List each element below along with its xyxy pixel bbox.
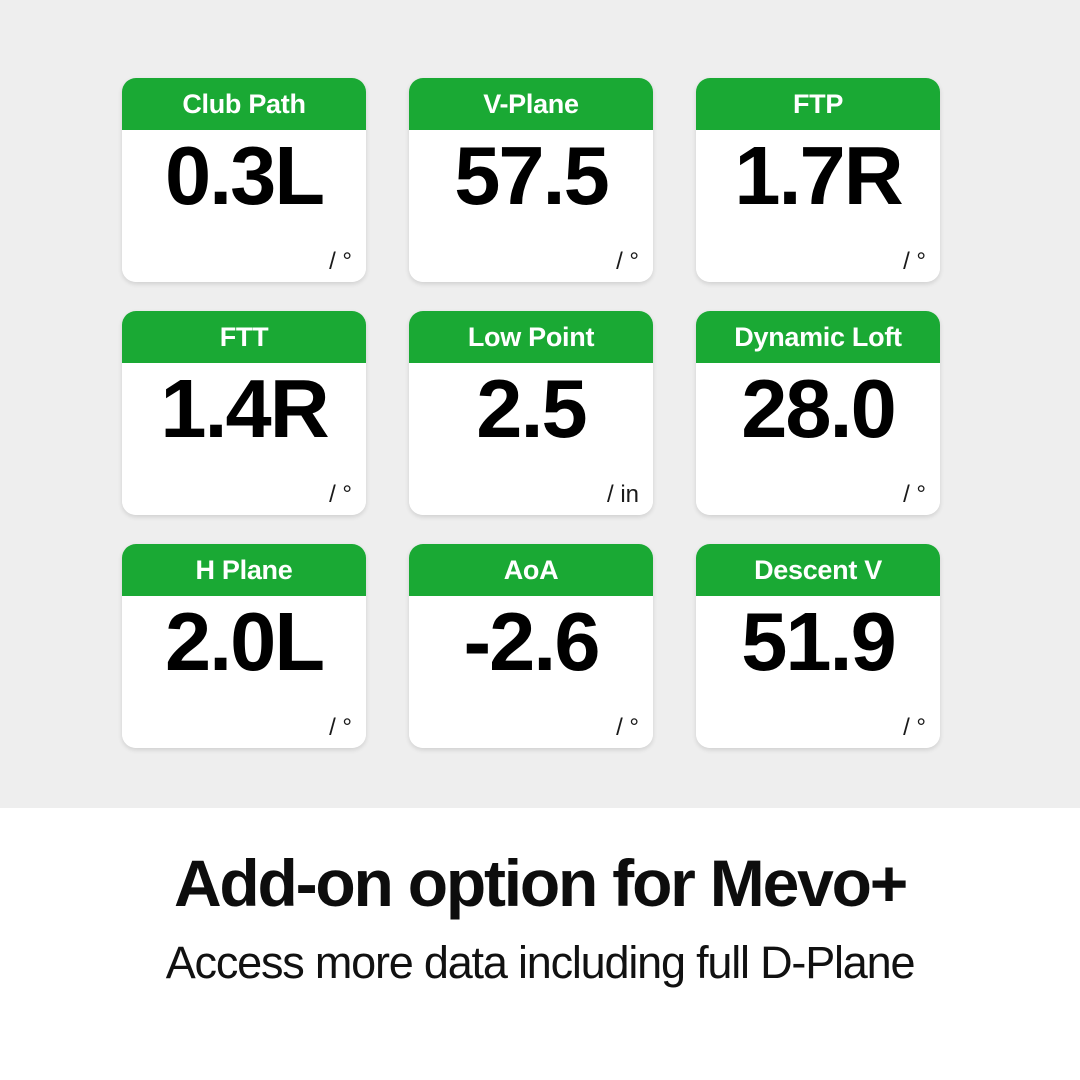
metric-body: 57.5 / ° [409,130,653,282]
caption-title: Add-on option for Mevo+ [173,846,908,920]
metric-value: 0.3L [164,129,325,222]
metric-card-ftp[interactable]: FTP 1.7R / ° [696,78,940,282]
metric-value: 51.9 [741,595,897,688]
metrics-panel: Club Path 0.3L / ° V-Plane 57.5 / ° FTP … [0,0,1080,808]
metric-card-v-plane[interactable]: V-Plane 57.5 / ° [409,78,653,282]
metric-unit: / ° [329,481,352,508]
metric-label: FTT [122,311,366,363]
metric-card-h-plane[interactable]: H Plane 2.0L / ° [122,544,366,748]
metric-body: 2.5 / in [409,363,653,515]
metric-unit: / in [606,481,639,508]
metric-value: -2.6 [463,595,600,688]
metric-value: 2.5 [476,362,587,455]
metric-value: 1.7R [734,129,903,222]
metric-card-descent-v[interactable]: Descent V 51.9 / ° [696,544,940,748]
metric-unit: / ° [616,714,639,741]
metric-value: 2.0L [164,595,325,688]
metric-body: 0.3L / ° [122,130,366,282]
metric-value: 1.4R [160,362,329,455]
metric-card-club-path[interactable]: Club Path 0.3L / ° [122,78,366,282]
metric-body: 1.7R / ° [696,130,940,282]
caption-band: Add-on option for Mevo+ Access more data… [0,808,1080,1080]
metric-unit: / ° [903,481,926,508]
metric-body: -2.6 / ° [409,596,653,748]
metric-unit: / ° [616,248,639,275]
metric-label: Dynamic Loft [696,311,940,363]
metrics-grid: Club Path 0.3L / ° V-Plane 57.5 / ° FTP … [122,78,940,748]
metric-label: Descent V [696,544,940,596]
screen-root: Club Path 0.3L / ° V-Plane 57.5 / ° FTP … [0,0,1080,1080]
metric-card-low-point[interactable]: Low Point 2.5 / in [409,311,653,515]
metric-body: 28.0 / ° [696,363,940,515]
metric-label: V-Plane [409,78,653,130]
metric-body: 51.9 / ° [696,596,940,748]
metric-label: FTP [696,78,940,130]
metric-label: AoA [409,544,653,596]
metric-label: H Plane [122,544,366,596]
metric-card-dynamic-loft[interactable]: Dynamic Loft 28.0 / ° [696,311,940,515]
metric-unit: / ° [903,714,926,741]
metric-value: 28.0 [741,362,897,455]
metric-body: 1.4R / ° [122,363,366,515]
metric-card-aoa[interactable]: AoA -2.6 / ° [409,544,653,748]
metric-value: 57.5 [454,129,610,222]
metric-label: Low Point [409,311,653,363]
metric-unit: / ° [329,248,352,275]
metric-label: Club Path [122,78,366,130]
metric-body: 2.0L / ° [122,596,366,748]
metric-unit: / ° [903,248,926,275]
caption-subtitle: Access more data including full D-Plane [165,937,916,988]
metric-card-ftt[interactable]: FTT 1.4R / ° [122,311,366,515]
metric-unit: / ° [329,714,352,741]
